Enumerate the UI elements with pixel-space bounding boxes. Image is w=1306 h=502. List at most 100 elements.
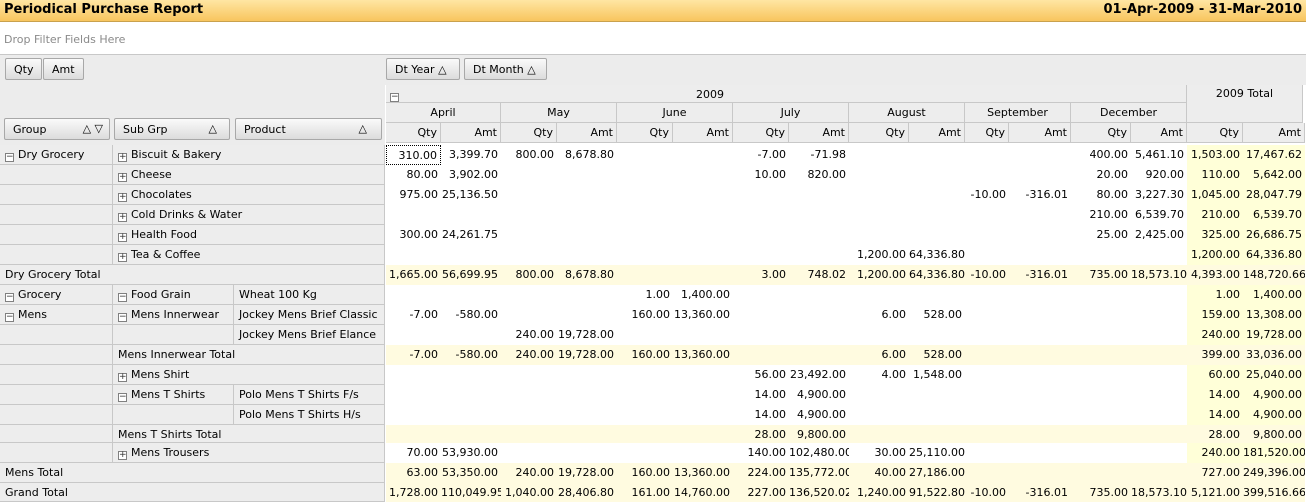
data-cell[interactable]: 1,728.00 [386, 483, 441, 502]
measure-header[interactable]: Amt [441, 123, 501, 143]
data-cell[interactable]: 1,045.00 [1187, 185, 1243, 205]
data-cell[interactable]: -7.00 [386, 305, 441, 325]
expand-icon[interactable]: + [118, 213, 127, 222]
data-cell[interactable] [501, 245, 557, 265]
data-cell[interactable] [965, 463, 1009, 483]
row-field-sub-grp[interactable]: Sub Grp △ [114, 118, 230, 140]
data-cell[interactable]: 53,930.00 [441, 443, 501, 463]
data-cell[interactable]: 160.00 [617, 305, 673, 325]
data-cell[interactable] [617, 325, 673, 345]
measure-header[interactable]: Qty [386, 123, 441, 143]
data-cell[interactable]: 4,393.00 [1187, 265, 1243, 285]
data-cell[interactable]: 240.00 [1187, 443, 1243, 463]
data-cell[interactable] [909, 165, 965, 185]
data-cell[interactable]: 24,261.75 [441, 225, 501, 245]
data-cell[interactable]: 26,686.75 [1243, 225, 1305, 245]
month-header[interactable]: August [849, 103, 965, 123]
column-field-dt-year[interactable]: Dt Year △ [386, 58, 460, 80]
data-cell[interactable] [501, 305, 557, 325]
row-sub-group[interactable]: + Mens Shirt [113, 365, 385, 385]
data-cell[interactable]: 6.00 [849, 345, 909, 365]
data-cell[interactable] [849, 225, 909, 245]
data-cell[interactable] [386, 245, 441, 265]
data-cell[interactable]: 310.00 [386, 145, 441, 165]
data-cell[interactable]: 28.00 [1187, 425, 1243, 443]
data-cell[interactable] [965, 443, 1009, 463]
collapse-icon[interactable]: − [118, 313, 127, 322]
data-cell[interactable]: 399.00 [1187, 345, 1243, 365]
data-cell[interactable]: 18,573.10 [1131, 483, 1187, 502]
data-cell[interactable] [1071, 325, 1131, 345]
data-cell[interactable]: 5,642.00 [1243, 165, 1305, 185]
data-cell[interactable]: 240.00 [501, 463, 557, 483]
data-cell[interactable]: 9,800.00 [789, 425, 849, 443]
data-cell[interactable] [1009, 443, 1071, 463]
data-cell[interactable] [733, 205, 789, 225]
data-cell[interactable] [386, 285, 441, 305]
measure-header[interactable]: Amt [789, 123, 849, 143]
data-cell[interactable]: 240.00 [1187, 325, 1243, 345]
data-cell[interactable]: 1,040.00 [501, 483, 557, 502]
measure-header[interactable]: Qty [849, 123, 909, 143]
data-cell[interactable] [733, 305, 789, 325]
data-cell[interactable]: -7.00 [733, 145, 789, 165]
data-cell[interactable]: 13,360.00 [673, 463, 733, 483]
data-cell[interactable] [1131, 325, 1187, 345]
measure-header[interactable]: Qty [733, 123, 789, 143]
data-cell[interactable]: -10.00 [965, 483, 1009, 502]
data-cell[interactable] [386, 205, 441, 225]
data-cell[interactable] [849, 145, 909, 165]
data-cell[interactable] [909, 205, 965, 225]
data-cell[interactable] [557, 405, 617, 425]
data-cell[interactable]: 249,396.00 [1243, 463, 1305, 483]
data-cell[interactable] [557, 425, 617, 443]
data-cell[interactable] [617, 385, 673, 405]
row-sub-group[interactable]: + Chocolates [113, 185, 385, 205]
data-cell[interactable] [1131, 345, 1187, 365]
data-cell[interactable] [965, 205, 1009, 225]
expand-icon[interactable]: + [118, 173, 127, 182]
data-cell[interactable] [617, 265, 673, 285]
data-cell[interactable]: 14.00 [733, 385, 789, 405]
data-cell[interactable]: 5,461.10 [1131, 145, 1187, 165]
data-cell[interactable]: -580.00 [441, 345, 501, 365]
data-cell[interactable] [617, 225, 673, 245]
data-cell[interactable]: 399,516.66 [1243, 483, 1305, 502]
data-cell[interactable] [1009, 325, 1071, 345]
data-cell[interactable] [617, 245, 673, 265]
data-cell[interactable]: 20.00 [1071, 165, 1131, 185]
data-cell[interactable] [733, 225, 789, 245]
data-field-amt[interactable]: Amt [43, 58, 84, 80]
data-cell[interactable]: 33,036.00 [1243, 345, 1305, 365]
row-product[interactable]: Jockey Mens Brief Elance [234, 325, 385, 345]
data-cell[interactable] [441, 325, 501, 345]
data-cell[interactable] [501, 185, 557, 205]
data-cell[interactable] [386, 405, 441, 425]
data-cell[interactable] [965, 165, 1009, 185]
row-product[interactable]: Polo Mens T Shirts F/s [234, 385, 385, 405]
data-cell[interactable] [1009, 425, 1071, 443]
data-cell[interactable] [733, 285, 789, 305]
data-cell[interactable] [1131, 405, 1187, 425]
data-cell[interactable] [673, 365, 733, 385]
data-cell[interactable] [789, 185, 849, 205]
data-cell[interactable]: -10.00 [965, 265, 1009, 285]
collapse-icon[interactable]: − [390, 93, 399, 102]
data-cell[interactable] [441, 205, 501, 225]
data-cell[interactable]: 64,336.80 [909, 245, 965, 265]
month-header[interactable]: July [733, 103, 849, 123]
row-product[interactable]: Wheat 100 Kg [234, 285, 385, 305]
data-cell[interactable] [789, 205, 849, 225]
data-cell[interactable]: 10.00 [733, 165, 789, 185]
data-cell[interactable]: 14.00 [1187, 385, 1243, 405]
data-cell[interactable]: 60.00 [1187, 365, 1243, 385]
row-field-group[interactable]: Group △ ▽ [4, 118, 110, 140]
data-cell[interactable] [849, 165, 909, 185]
data-cell[interactable] [501, 425, 557, 443]
data-cell[interactable]: 4,900.00 [1243, 385, 1305, 405]
data-cell[interactable] [1009, 365, 1071, 385]
data-cell[interactable]: 920.00 [1131, 165, 1187, 185]
collapse-icon[interactable]: − [118, 293, 127, 302]
data-cell[interactable]: 13,360.00 [673, 305, 733, 325]
data-cell[interactable]: 64,336.80 [909, 265, 965, 285]
